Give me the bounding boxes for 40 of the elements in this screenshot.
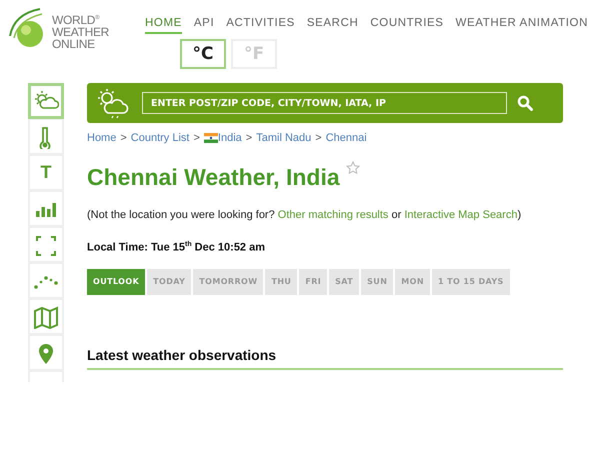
forecast-tab[interactable]: MON [395,268,430,295]
nav-link[interactable]: WEATHER ANIMATION [456,17,588,34]
local-time: Local Time: Tue 15$^{th}$ Dec 10:52 am [87,241,266,254]
search-icon [517,95,533,111]
forecast-tab[interactable]: 1 TO 15 DAYS [432,268,510,295]
forecast-tab[interactable]: SUN [361,268,394,295]
flag-icon [204,133,218,143]
unit-toggle[interactable]: °C [180,39,226,69]
breadcrumb-separator: > [315,132,322,144]
nav-link[interactable]: SEARCH [306,17,358,34]
note-link[interactable]: Other matching results [278,209,388,221]
forecast-tab[interactable]: THU [265,268,298,295]
nav-link[interactable]: HOME [145,17,182,34]
nav-link[interactable]: API [194,17,214,34]
sidebar-item[interactable]: T [28,155,64,191]
map-icon [33,304,59,328]
forecast-tab[interactable]: TOMORROW [193,268,264,295]
forecast-tab[interactable]: TODAY [147,268,192,295]
breadcrumb-link[interactable]: Country List [130,132,190,144]
location-note: (Not the location you were looking for? Other matching results or Interactive Map Search) [87,209,522,221]
breadcrumb-separator: > [120,132,127,144]
breadcrumb-link[interactable]: Chennai [326,132,367,144]
forecast-tab[interactable]: FRI [299,268,328,295]
breadcrumb-separator: > [193,132,200,144]
sun-cloud-icon [95,87,131,119]
search-field[interactable]: ENTER POST/ZIP CODE, CITY/TOWN, IATA, IP [142,92,507,114]
nav-link[interactable]: ACTIVITIES [226,17,295,34]
breadcrumb-link[interactable]: India [218,132,242,144]
breadcrumb-link[interactable]: Tamil Nadu [256,132,312,144]
sidebar-item[interactable] [28,83,64,119]
forecast-tab[interactable]: SAT [329,268,360,295]
note-link[interactable]: Interactive Map Search [404,209,518,221]
logo-wordmark: WORLD$^{®}$ WEATHER ONLINE [52,12,110,50]
breadcrumb-link[interactable]: Home [87,132,116,144]
section-heading: Latest weather observations [87,346,563,370]
forecast-tab[interactable]: OUTLOOK [87,268,146,295]
page-title: Chennai Weather, India [87,164,340,191]
breadcrumb-separator: > [246,132,252,144]
star-icon [346,161,360,175]
nav-link[interactable]: COUNTRIES [370,17,444,34]
